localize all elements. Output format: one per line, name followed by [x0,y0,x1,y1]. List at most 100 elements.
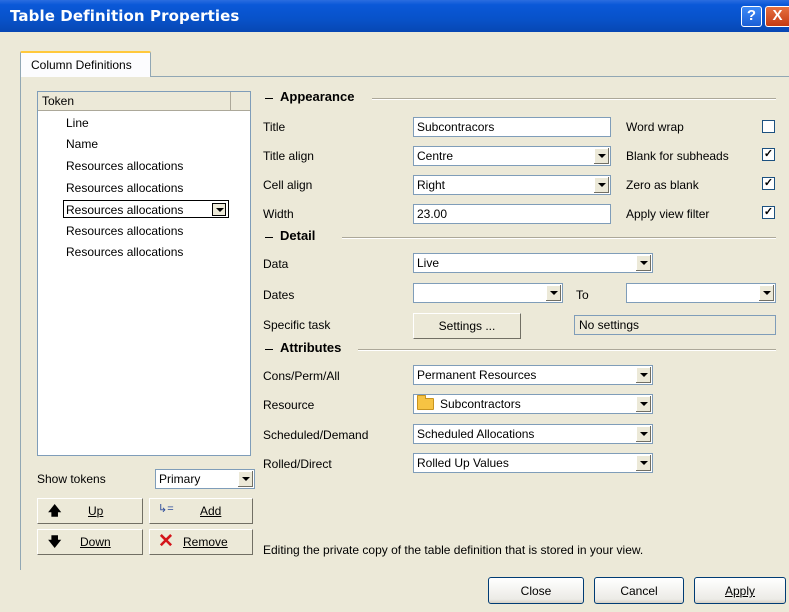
section-divider [358,349,776,351]
scheduled-demand-select[interactable]: Scheduled Allocations [413,424,653,444]
rolled-direct-value: Rolled Up Values [417,456,509,470]
cons-perm-all-value: Permanent Resources [417,368,537,382]
down-label: Down [80,535,111,549]
section-dash [265,237,273,238]
list-item[interactable]: Name [66,135,98,153]
cons-perm-all-label: Cons/Perm/All [263,369,340,383]
chevron-down-icon[interactable] [237,471,253,487]
folder-icon [417,395,434,410]
cancel-label: Cancel [620,584,658,598]
apply-label: Apply [724,584,756,598]
help-button[interactable]: ? [741,6,762,27]
chevron-down-icon[interactable] [593,177,609,193]
detail-heading: Detail [276,228,320,243]
data-label: Data [263,257,289,271]
title-input[interactable]: Subcontracors [413,117,611,137]
up-button[interactable]: 🡅 Up [37,498,143,524]
show-tokens-label: Show tokens [37,472,106,486]
cell-align-value: Right [417,178,446,192]
status-text: Editing the private copy of the table de… [263,543,644,557]
rolled-direct-label: Rolled/Direct [263,457,332,471]
token-list-header: Token [38,92,250,111]
data-select[interactable]: Live [413,253,653,273]
title-align-label: Title align [263,149,314,163]
title-align-select[interactable]: Centre [413,146,611,166]
remove-button[interactable]: ✕ Remove [149,529,253,555]
chevron-down-icon[interactable] [635,426,651,442]
dates-select[interactable] [413,283,563,303]
chevron-down-icon[interactable] [635,455,651,471]
chevron-down-icon[interactable] [212,203,226,216]
word-wrap-checkbox[interactable] [762,120,775,133]
cons-perm-all-select[interactable]: Permanent Resources [413,365,653,385]
chevron-down-icon[interactable] [635,255,651,271]
attributes-heading: Attributes [276,340,346,355]
remove-x-icon: ✕ [158,531,174,552]
arrow-up-icon: 🡅 [48,503,62,518]
settings-status: No settings [574,315,776,335]
list-item[interactable]: Line [66,114,89,132]
checkmark-icon: ✓ [763,206,774,218]
add-button[interactable]: ↳= Add [149,498,253,524]
resource-label: Resource [263,398,315,412]
word-wrap-label: Word wrap [626,120,684,134]
chevron-down-icon[interactable] [545,285,561,301]
title-value: Subcontracors [417,120,495,134]
window-title: Table Definition Properties [10,7,240,25]
settings-button[interactable]: Settings ... [413,313,521,339]
chevron-down-icon[interactable] [635,367,651,383]
section-divider [342,237,776,239]
settings-status-text: No settings [579,318,640,332]
cell-align-select[interactable]: Right [413,175,611,195]
specific-task-label: Specific task [263,318,331,332]
blank-subheads-label: Blank for subheads [626,149,729,163]
to-label: To [576,288,589,302]
show-tokens-select[interactable]: Primary [155,469,255,489]
title-label: Title [263,120,286,134]
resource-select[interactable]: Subcontractors [413,394,653,414]
checkmark-icon: ✓ [763,177,774,189]
zero-blank-label: Zero as blank [626,178,699,192]
data-value: Live [417,256,440,270]
resource-value: Subcontractors [440,397,521,411]
arrow-down-icon: 🡇 [48,534,62,549]
list-item[interactable]: Resources allocations [66,179,183,197]
apply-view-filter-checkbox[interactable]: ✓ [762,206,775,219]
list-item[interactable]: Resources allocations [66,243,183,261]
down-button[interactable]: 🡇 Down [37,529,143,555]
chevron-down-icon[interactable] [635,396,651,412]
to-select[interactable] [626,283,776,303]
width-label: Width [263,207,294,221]
close-window-button[interactable]: X [765,6,789,27]
chevron-down-icon[interactable] [758,285,774,301]
insert-icon: ↳= [158,503,174,515]
title-bar[interactable]: Table Definition Properties ? X [0,0,789,32]
title-align-value: Centre [417,149,454,163]
apply-button[interactable]: Apply [694,577,786,604]
apply-view-filter-label: Apply view filter [626,207,710,221]
up-label: Up [88,504,104,518]
add-label: Add [200,504,222,518]
section-dash [265,98,273,99]
scheduled-demand-label: Scheduled/Demand [263,428,369,442]
rolled-direct-select[interactable]: Rolled Up Values [413,453,653,473]
chevron-down-icon[interactable] [593,148,609,164]
list-item[interactable]: Resources allocations [66,222,183,240]
section-dash [265,349,273,350]
dates-label: Dates [263,288,295,302]
tab-column-definitions[interactable]: Column Definitions [20,51,151,77]
close-label: Close [520,584,552,598]
cancel-button[interactable]: Cancel [594,577,684,604]
zero-blank-checkbox[interactable]: ✓ [762,177,775,190]
dialog-window: Table Definition Properties ? X Column D… [0,0,789,612]
list-item[interactable]: Resources allocations [66,157,183,175]
token-column-header[interactable]: Token [38,92,231,110]
blank-subheads-checkbox[interactable]: ✓ [762,148,775,161]
token-list[interactable]: Token Line Name Resources allocations Re… [37,91,251,456]
list-item-selected[interactable]: Resources allocations [63,200,229,218]
width-value: 23.00 [417,207,448,221]
width-input[interactable]: 23.00 [413,204,611,224]
section-divider [372,98,776,100]
close-button[interactable]: Close [488,577,584,604]
remove-label: Remove [183,535,228,549]
